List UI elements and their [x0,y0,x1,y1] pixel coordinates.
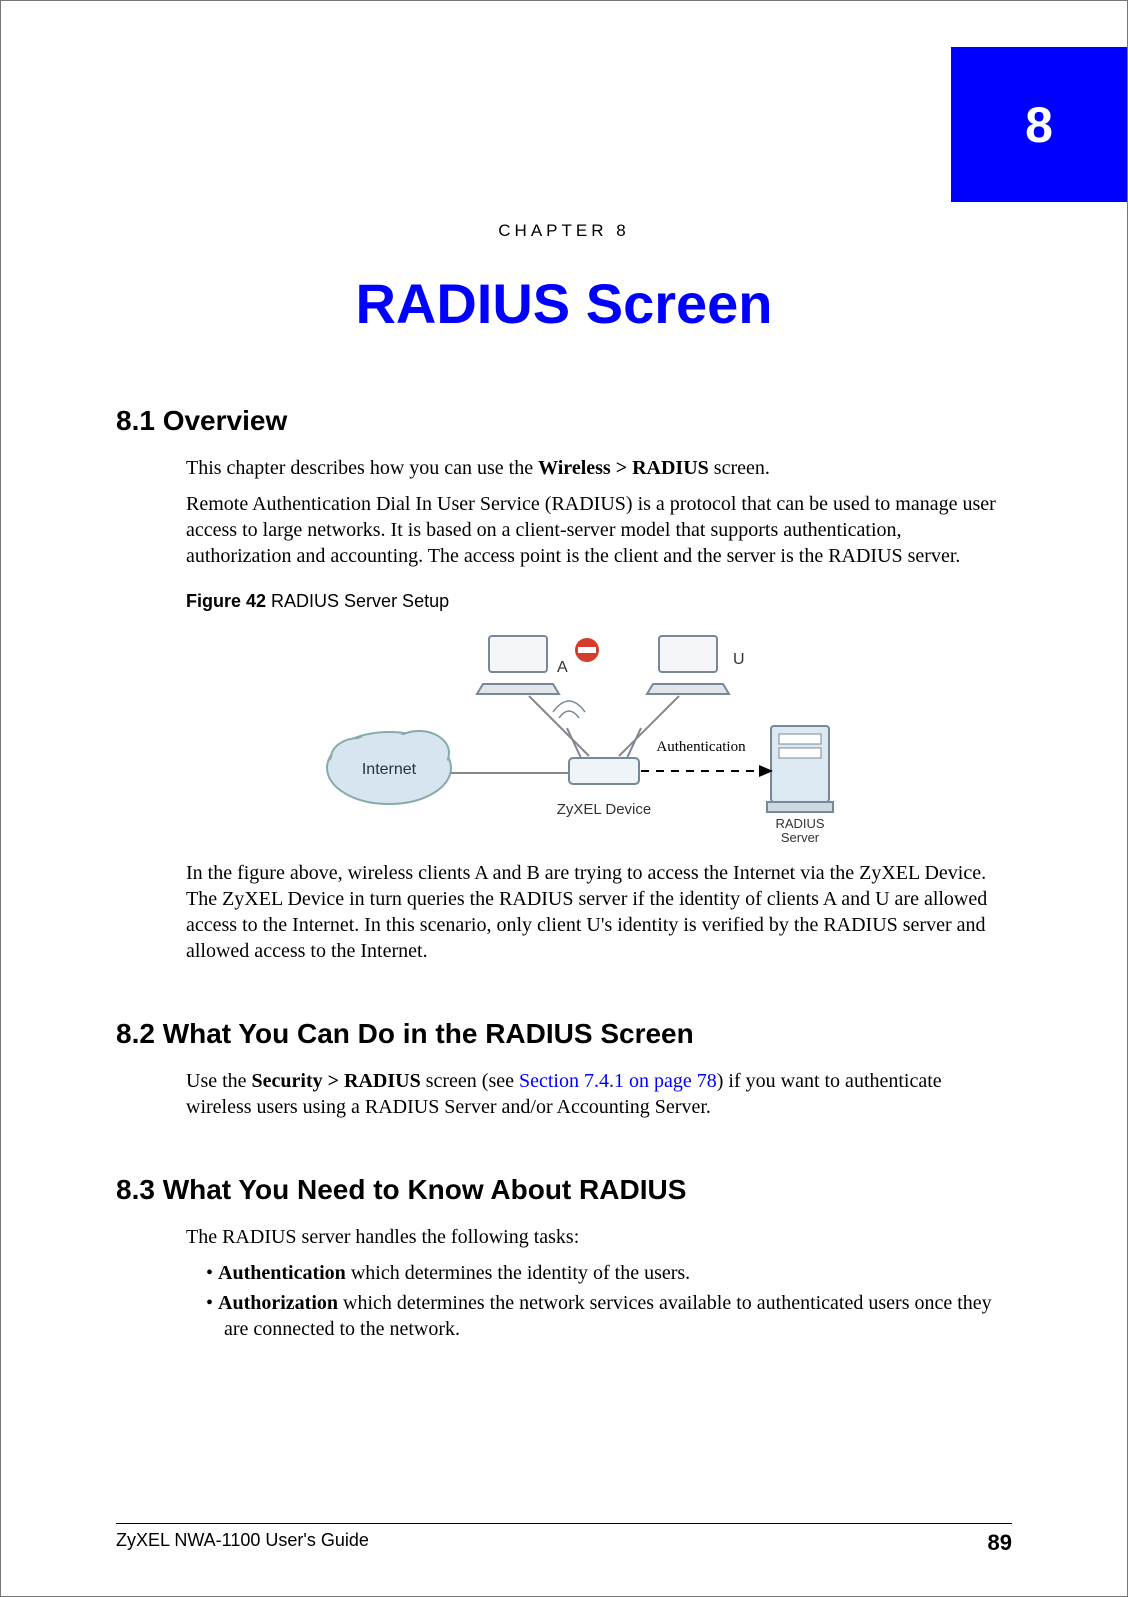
radius-label-1: RADIUS [775,816,824,831]
list-item: Authorization which determines the netwo… [206,1290,1012,1342]
page: 8 CHAPTER 8 RADIUS Screen 8.1 Overview T… [0,0,1128,1597]
content-area: 8.1 Overview This chapter describes how … [116,405,1012,1346]
task-list: Authentication which determines the iden… [206,1260,1012,1342]
page-footer: ZyXEL NWA-1100 User's Guide 89 [116,1523,1012,1556]
chapter-title: RADIUS Screen [1,271,1127,336]
authentication-label: Authentication [656,739,746,755]
s81-p3: In the figure above, wireless clients A … [186,860,1012,964]
text: Use the [186,1070,252,1092]
figure-title: RADIUS Server Setup [266,591,449,611]
section-8-2-heading: 8.2 What You Can Do in the RADIUS Screen [116,1018,1012,1050]
laptop-a-icon: A [477,636,568,694]
figure-42-caption: Figure 42 RADIUS Server Setup [186,591,1012,612]
text: screen (see [421,1070,519,1092]
chapter-label: CHAPTER 8 [1,221,1127,241]
page-number: 89 [988,1530,1012,1556]
label-a: A [557,659,568,676]
doc-title: ZyXEL NWA-1100 User's Guide [116,1530,369,1556]
radius-label-2: Server [781,830,820,845]
internet-cloud-icon: Internet [327,731,451,804]
cross-ref-link[interactable]: Section 7.4.1 on page 78 [519,1070,717,1092]
list-item: Authentication which determines the iden… [206,1260,1012,1286]
text: which determines the identity of the use… [346,1262,690,1284]
s81-p2: Remote Authentication Dial In User Servi… [186,491,1012,569]
chapter-number: 8 [1025,96,1053,154]
zyxel-device-icon: ZyXEL Device [553,701,651,818]
wireless-radius-menu: Wireless > RADIUS [538,457,709,479]
section-8-3-heading: 8.3 What You Need to Know About RADIUS [116,1174,1012,1206]
text: This chapter describes how you can use t… [186,457,538,479]
radius-setup-diagram: Internet ZyXEL Device [319,618,879,848]
internet-label: Internet [362,761,417,778]
laptop-u-icon: U [647,636,745,694]
text: which determines the network services av… [224,1292,992,1340]
chapter-number-tab: 8 [951,47,1127,202]
s81-p1: This chapter describes how you can use t… [186,455,1012,481]
radius-server-icon: RADIUS Server [767,726,833,845]
section-8-1-heading: 8.1 Overview [116,405,1012,437]
figure-42: Internet ZyXEL Device [186,618,1012,848]
security-radius-menu: Security > RADIUS [252,1070,421,1092]
figure-number: Figure 42 [186,591,266,611]
zyxel-device-label: ZyXEL Device [557,801,651,818]
term-authentication: Authentication [218,1262,346,1284]
authentication-arrow: Authentication [641,736,773,777]
label-u: U [733,651,745,668]
s83-p1: The RADIUS server handles the following … [186,1224,1012,1250]
s82-p1: Use the Security > RADIUS screen (see Se… [186,1068,1012,1120]
prohibit-icon [575,638,599,662]
term-authorization: Authorization [218,1292,338,1314]
text: screen. [709,457,770,479]
